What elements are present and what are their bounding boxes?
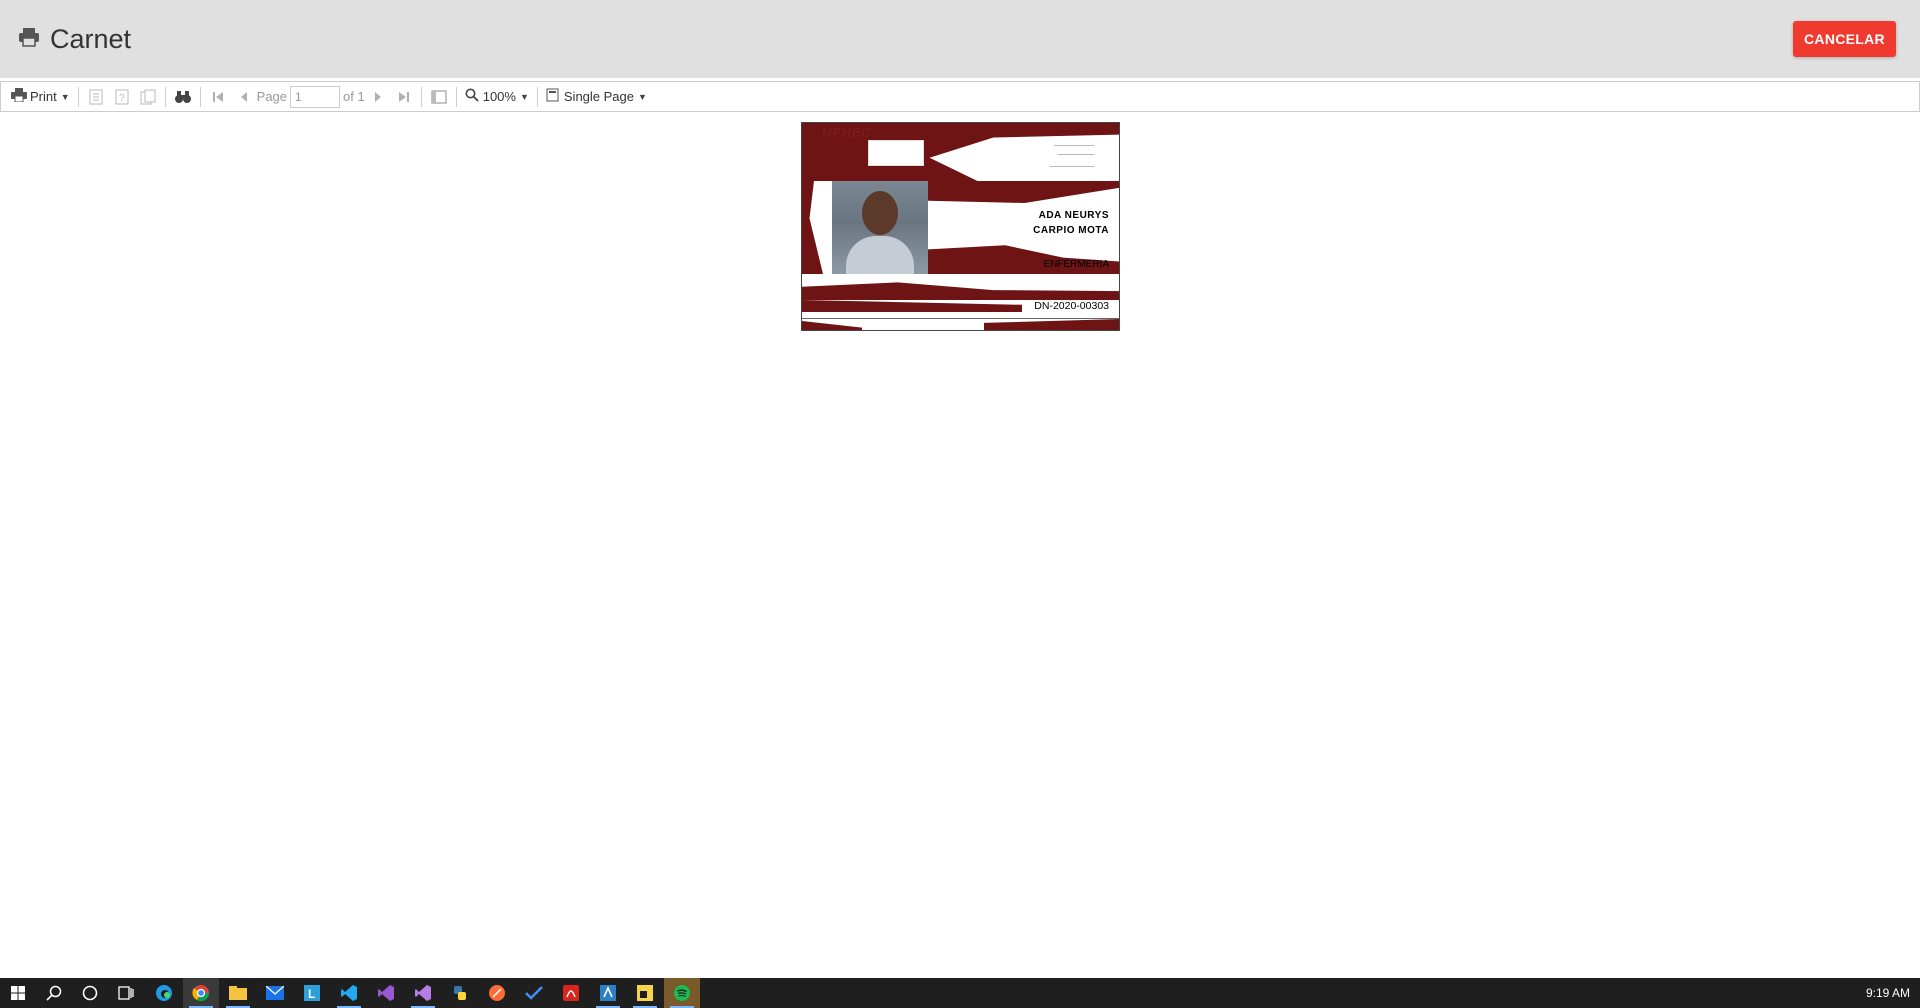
page-label: Page (256, 89, 288, 104)
student-id-code: DN-2020-00303 (1034, 300, 1109, 312)
toolbar-divider (77, 86, 79, 107)
zoom-value: 100% (482, 89, 516, 104)
cancel-button[interactable]: CANCELAR (1793, 21, 1896, 57)
search-icon[interactable] (36, 978, 72, 1008)
view-mode-menu-button[interactable]: Single Page ▼ (542, 82, 651, 111)
card-text-line (1054, 145, 1094, 146)
card-divider (802, 318, 1119, 319)
student-photo (832, 181, 928, 274)
card-text-line (1050, 166, 1094, 167)
view-mode-label: Single Page (563, 89, 635, 104)
toolbar-divider (536, 86, 538, 107)
single-page-icon (546, 88, 559, 105)
print-menu-button[interactable]: Print ▼ (7, 82, 74, 111)
file-explorer-icon[interactable] (220, 978, 256, 1008)
card-lower-band (802, 300, 1022, 312)
spotify-icon[interactable] (664, 978, 700, 1008)
page-title: Carnet (50, 24, 132, 54)
student-name-line2: CARPIO MOTA (1033, 225, 1109, 236)
start-icon[interactable] (0, 978, 36, 1008)
acrobat-icon[interactable] (553, 978, 589, 1008)
report-toolbar: Print ▼ ? Page of 1 100% ▼ (0, 81, 1920, 112)
app-header: Carnet CANCELAR (0, 0, 1920, 78)
sticky-notes-icon[interactable] (627, 978, 663, 1008)
toolbar-divider (164, 86, 166, 107)
first-page-icon[interactable] (208, 87, 228, 107)
chevron-down-icon: ▼ (60, 91, 70, 102)
print-label: Print (30, 89, 57, 104)
visual-studio-alt-icon[interactable] (405, 978, 441, 1008)
page-number-input[interactable] (290, 85, 341, 108)
chevron-down-icon: ▼ (638, 91, 647, 102)
page-count: of 1 (343, 89, 365, 104)
svg-text:L: L (308, 987, 315, 1001)
windows-taskbar: L 9:19 AM (0, 978, 1920, 1008)
card-text-line (1058, 154, 1094, 155)
toolbar-divider (199, 86, 201, 107)
magnifier-icon (465, 88, 479, 105)
last-page-icon[interactable] (394, 87, 414, 107)
python-icon[interactable] (442, 978, 478, 1008)
previous-page-icon[interactable] (234, 87, 254, 107)
print-icon (11, 88, 27, 105)
card-mid-band (928, 181, 1119, 203)
title-group: Carnet (18, 24, 131, 55)
toggle-sidebar-icon[interactable] (429, 87, 449, 107)
toolbar-divider (455, 86, 457, 107)
card-bottom-band (984, 319, 1119, 330)
visual-studio-icon[interactable] (368, 978, 404, 1008)
svg-text:?: ? (119, 93, 125, 104)
student-name: ADA NEURYS CARPIO MOTA (1033, 208, 1109, 238)
chevron-down-icon: ▼ (519, 91, 529, 102)
student-career: ENFERMERIA (1043, 259, 1109, 270)
parameters-icon[interactable]: ? (112, 87, 132, 107)
chrome-icon[interactable] (183, 978, 219, 1008)
next-page-icon[interactable] (368, 87, 388, 107)
vscode-icon[interactable] (331, 978, 367, 1008)
toolbar-divider (420, 86, 422, 107)
card-side-band (802, 181, 823, 274)
taskbar-clock[interactable]: 9:19 AM (1866, 986, 1910, 1000)
student-name-line1: ADA NEURYS (1038, 210, 1109, 221)
card-bottom-band (802, 321, 862, 330)
cortana-icon[interactable] (72, 978, 108, 1008)
mail-icon[interactable] (257, 978, 293, 1008)
binoculars-icon[interactable] (173, 87, 193, 107)
zoom-menu-button[interactable]: 100% ▼ (461, 82, 533, 111)
l-app-icon[interactable]: L (294, 978, 330, 1008)
id-card-preview: UFHEC ADA NEURYS CARPIO MOTA ENFERMERIA … (801, 122, 1120, 331)
multiple-pages-icon[interactable] (138, 87, 158, 107)
card-logo-box (868, 140, 924, 166)
todo-icon[interactable] (516, 978, 552, 1008)
postman-icon[interactable] (479, 978, 515, 1008)
card-lower-band (802, 282, 1119, 300)
card-logo-text: UFHEC (822, 125, 872, 140)
printer-icon (18, 27, 40, 52)
document-map-icon[interactable] (86, 87, 106, 107)
edge-icon[interactable] (146, 978, 182, 1008)
ssms-icon[interactable] (590, 978, 626, 1008)
task-view-icon[interactable] (108, 978, 144, 1008)
